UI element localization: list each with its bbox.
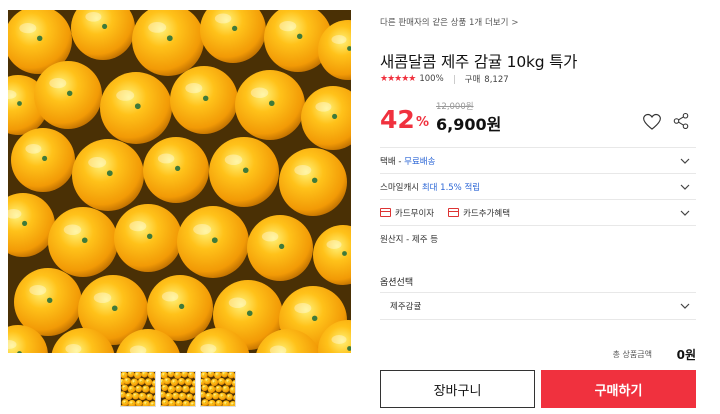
smile-cash-row[interactable]: 스마일캐시 최대 1.5% 적립 (380, 174, 696, 200)
card-icon (380, 208, 391, 217)
thumbnail-1[interactable] (120, 371, 156, 407)
chevron-down-icon (680, 158, 690, 164)
other-seller-link[interactable]: 다른 판매자의 같은 상품 1개 더보기 > (380, 16, 519, 28)
star-rating-icon: ★★★★★ (380, 74, 416, 84)
card-icon (448, 208, 460, 217)
divider (453, 74, 455, 84)
chevron-right-icon: > (511, 18, 519, 28)
buy-button[interactable]: 구매하기 (541, 370, 696, 408)
chevron-down-icon (680, 210, 690, 216)
card-benefits: 카드무이자 카드추가혜택 (380, 207, 524, 219)
cart-button[interactable]: 장바구니 (380, 370, 535, 408)
total-value: 0원 (676, 348, 696, 362)
smile-cash-info: 스마일캐시 최대 1.5% 적립 (380, 182, 481, 193)
other-seller-label: 다른 판매자의 같은 상품 1개 더보기 (380, 18, 509, 28)
thumbnail-3[interactable] (200, 371, 236, 407)
rating-row: ★★★★★ 100% 구매 8,127 (380, 73, 509, 85)
buy-count: 구매 8,127 (464, 75, 509, 85)
share-icon[interactable] (672, 112, 690, 130)
origin-row: 원산지 - 제주 등 (380, 226, 696, 252)
benefit-list: 택배 - 무료배송 스마일캐시 최대 1.5% 적립 카드무이자 카드추가혜택 … (380, 147, 696, 252)
chevron-down-icon (680, 184, 690, 190)
option-title: 옵션선택 (380, 278, 414, 288)
origin-info: 원산지 - 제주 등 (380, 235, 439, 245)
delivery-info: 택배 - 무료배송 (380, 156, 436, 167)
product-title: 새콤달콤 제주 감귤 10kg 특가 (380, 53, 578, 71)
chevron-down-icon (680, 303, 690, 309)
product-main-image (8, 10, 351, 353)
heart-icon[interactable] (642, 112, 662, 132)
option-select[interactable]: 제주감귤 (380, 292, 696, 320)
card-extra-benefit: 카드추가혜택 (448, 207, 510, 219)
option-selected-value: 제주감귤 (390, 302, 422, 312)
total-label: 총 상품금액 (612, 350, 652, 359)
card-interest-free: 카드무이자 (380, 207, 434, 219)
price-row: 42 % 12,000원 6,900원 (380, 98, 696, 138)
rating-percent: 100% (419, 74, 444, 84)
discount-rate: 42 (380, 105, 415, 134)
total-row: 총 상품금액 0원 (380, 346, 696, 362)
sale-price: 6,900원 (436, 115, 502, 134)
thumbnail-list (120, 371, 236, 407)
delivery-row[interactable]: 택배 - 무료배송 (380, 148, 696, 174)
thumbnail-2[interactable] (160, 371, 196, 407)
discount-unit: % (416, 115, 430, 130)
card-benefit-row[interactable]: 카드무이자 카드추가혜택 (380, 200, 696, 226)
